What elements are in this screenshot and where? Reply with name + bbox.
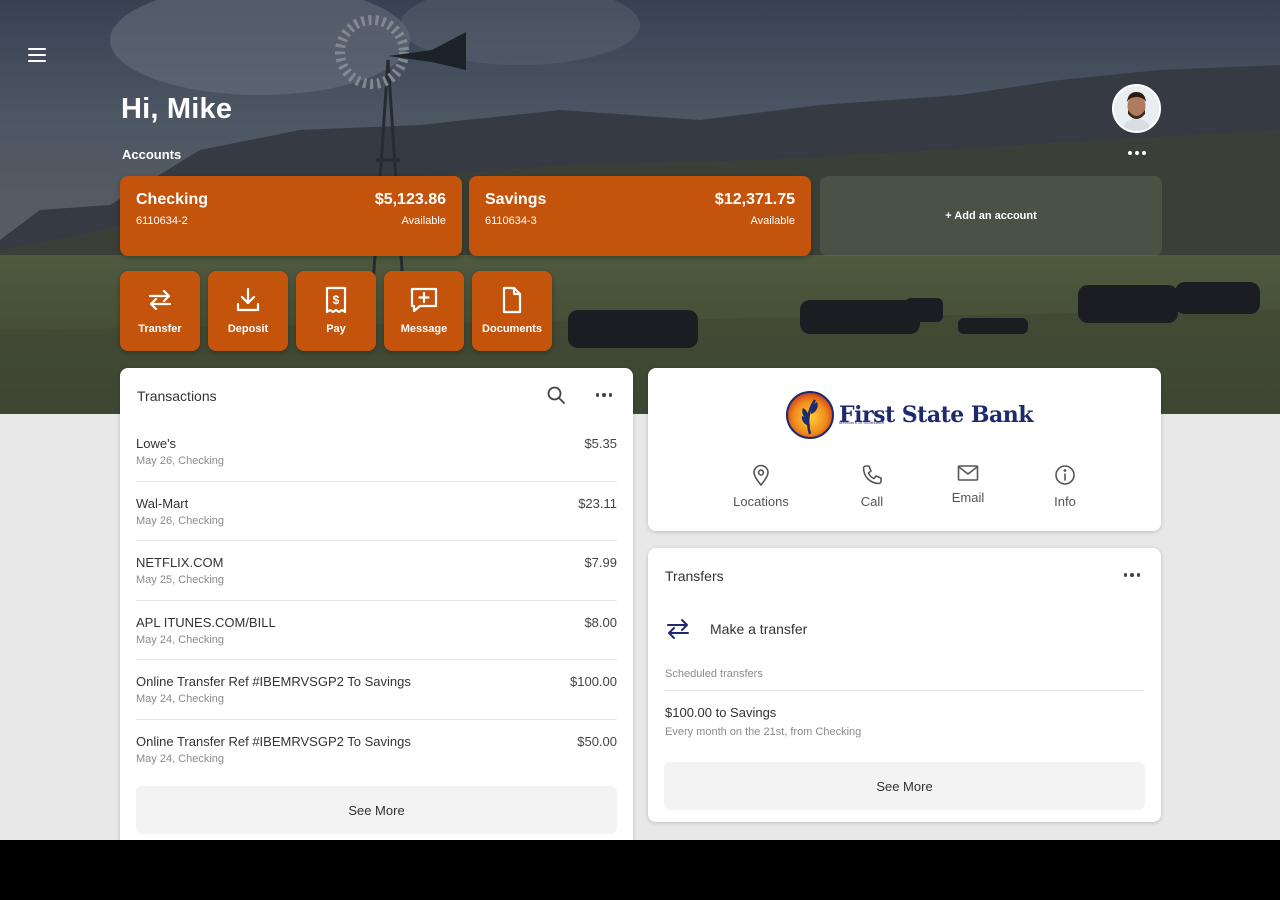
transaction-meta: May 25, Checking — [136, 574, 225, 586]
balance-label: Available — [750, 215, 795, 227]
bank-emblem-icon — [786, 391, 834, 439]
transaction-meta: May 24, Checking — [136, 752, 225, 765]
account-card-savings[interactable]: Savings $12,371.75 6110634-3 Available — [469, 176, 811, 256]
transaction-amount: $23.11 — [578, 495, 617, 511]
transaction-name: Online Transfer Ref #IBEMRVSGP2 To Savin… — [136, 674, 411, 689]
account-number: 6110634-2 — [136, 215, 188, 227]
transaction-meta: May 24, Checking — [136, 693, 225, 705]
transaction-amount: $7.99 — [584, 555, 617, 570]
add-account-button[interactable]: + Add an account — [820, 176, 1162, 256]
transaction-meta: May 26, Checking — [136, 455, 225, 467]
bank-action-label: Locations — [733, 494, 789, 509]
quick-action-pay[interactable]: $ Pay — [296, 271, 376, 351]
account-card-checking[interactable]: Checking $5,123.86 6110634-2 Available — [120, 176, 462, 256]
hamburger-menu-icon[interactable] — [28, 48, 46, 64]
transaction-meta: May 24, Checking — [136, 633, 225, 646]
phone-icon — [862, 465, 882, 485]
bank-action-label: Email — [951, 490, 985, 505]
quick-action-label: Transfer — [138, 323, 182, 335]
transaction-row[interactable]: Wal-Mart May 26, Checking $23.11 — [136, 482, 617, 541]
bank-tagline: Members of Scottsbluff — [839, 420, 885, 425]
bank-logo: First State Bank — [785, 390, 1034, 440]
transaction-amount: $5.35 — [584, 436, 617, 451]
transfers-more-icon[interactable] — [1121, 568, 1143, 582]
transaction-row[interactable]: Online Transfer Ref #IBEMRVSGP2 To Savin… — [136, 660, 617, 720]
transaction-meta: May 26, Checking — [136, 514, 225, 527]
quick-action-label: Pay — [326, 323, 346, 335]
transfers-title: Transfers — [665, 568, 724, 584]
transaction-row[interactable]: Lowe's May 26, Checking $5.35 — [136, 422, 617, 482]
transaction-name: APL ITUNES.COM/BILL — [136, 614, 276, 630]
message-icon — [410, 287, 438, 313]
quick-action-label: Message — [400, 323, 448, 335]
quick-action-label: Documents — [482, 323, 542, 335]
transaction-name: Lowe's — [136, 436, 177, 451]
accounts-section-label: Accounts — [122, 147, 182, 162]
balance-label: Available — [401, 215, 446, 227]
transaction-name: Online Transfer Ref #IBEMRVSGP2 To Savin… — [136, 733, 411, 749]
scheduled-transfers-label: Scheduled transfers — [665, 668, 763, 680]
svg-text:$: $ — [333, 293, 340, 307]
account-balance: $12,371.75 — [714, 191, 795, 208]
quick-action-transfer[interactable]: Transfer — [120, 271, 200, 351]
pay-icon: $ — [325, 286, 347, 314]
transfer-icon — [667, 619, 689, 639]
transactions-list: Lowe's May 26, Checking $5.35 Wal-Mart M… — [120, 422, 633, 779]
scheduled-transfer-item[interactable]: $100.00 to Savings Every month on the 21… — [665, 705, 1125, 738]
account-name: Checking — [136, 191, 209, 208]
transaction-amount: $100.00 — [570, 674, 617, 689]
transactions-title: Transactions — [137, 388, 217, 404]
transaction-amount: $8.00 — [584, 614, 617, 630]
location-pin-icon — [753, 464, 769, 486]
quick-action-label: Deposit — [227, 323, 269, 335]
bank-action-info[interactable]: Info — [1020, 464, 1110, 509]
user-avatar[interactable] — [1112, 84, 1161, 133]
transactions-see-more-button[interactable]: See More — [136, 786, 617, 834]
make-transfer-button[interactable]: Make a transfer — [664, 608, 1144, 650]
scheduled-transfer-title: $100.00 to Savings — [665, 705, 777, 720]
search-icon[interactable] — [546, 385, 566, 405]
transfer-icon — [148, 289, 172, 311]
transaction-row[interactable]: NETFLIX.COM May 25, Checking $7.99 — [136, 541, 617, 601]
bank-action-locations[interactable]: Locations — [716, 464, 806, 509]
email-icon — [957, 465, 979, 481]
transfers-card: Transfers Make a transfer Scheduled tran… — [648, 548, 1161, 822]
quick-action-documents[interactable]: Documents — [472, 271, 552, 351]
quick-action-deposit[interactable]: Deposit — [208, 271, 288, 351]
bank-action-email[interactable]: Email — [923, 464, 1013, 505]
deposit-icon — [236, 287, 260, 312]
profile-photo — [1114, 86, 1159, 131]
info-icon — [1055, 465, 1075, 485]
divider — [664, 690, 1144, 691]
transaction-name: NETFLIX.COM — [136, 555, 224, 570]
greeting-title: Hi, Mike — [121, 93, 233, 125]
transaction-row[interactable]: Online Transfer Ref #IBEMRVSGP2 To Savin… — [136, 720, 617, 780]
transfers-see-more-button[interactable]: See More — [664, 762, 1145, 810]
transactions-card: Transactions Lowe's May 26, Checking $5.… — [120, 368, 633, 840]
transaction-amount: $50.00 — [577, 733, 617, 749]
bank-info-card: First State Bank Members of Scottsbluff … — [648, 368, 1161, 531]
transaction-name: Wal-Mart — [136, 495, 189, 511]
profile-more-icon[interactable] — [1124, 146, 1150, 160]
transactions-more-icon[interactable] — [593, 388, 615, 402]
make-transfer-label: Make a transfer — [710, 621, 808, 637]
documents-icon — [502, 286, 522, 314]
account-balance: $5,123.86 — [374, 191, 446, 208]
transaction-row[interactable]: APL ITUNES.COM/BILL May 24, Checking $8.… — [136, 601, 617, 660]
account-name: Savings — [485, 191, 547, 208]
bank-action-call[interactable]: Call — [827, 464, 917, 509]
bank-action-label: Call — [860, 494, 884, 509]
scheduled-transfer-detail: Every month on the 21st, from Checking — [665, 726, 862, 738]
account-number: 6110634-3 — [485, 215, 537, 227]
app-screen: Hi, Mike Accounts Checking $5,123.86 611… — [0, 0, 1280, 840]
quick-action-message[interactable]: Message — [384, 271, 464, 351]
bank-action-label: Info — [1054, 494, 1076, 509]
